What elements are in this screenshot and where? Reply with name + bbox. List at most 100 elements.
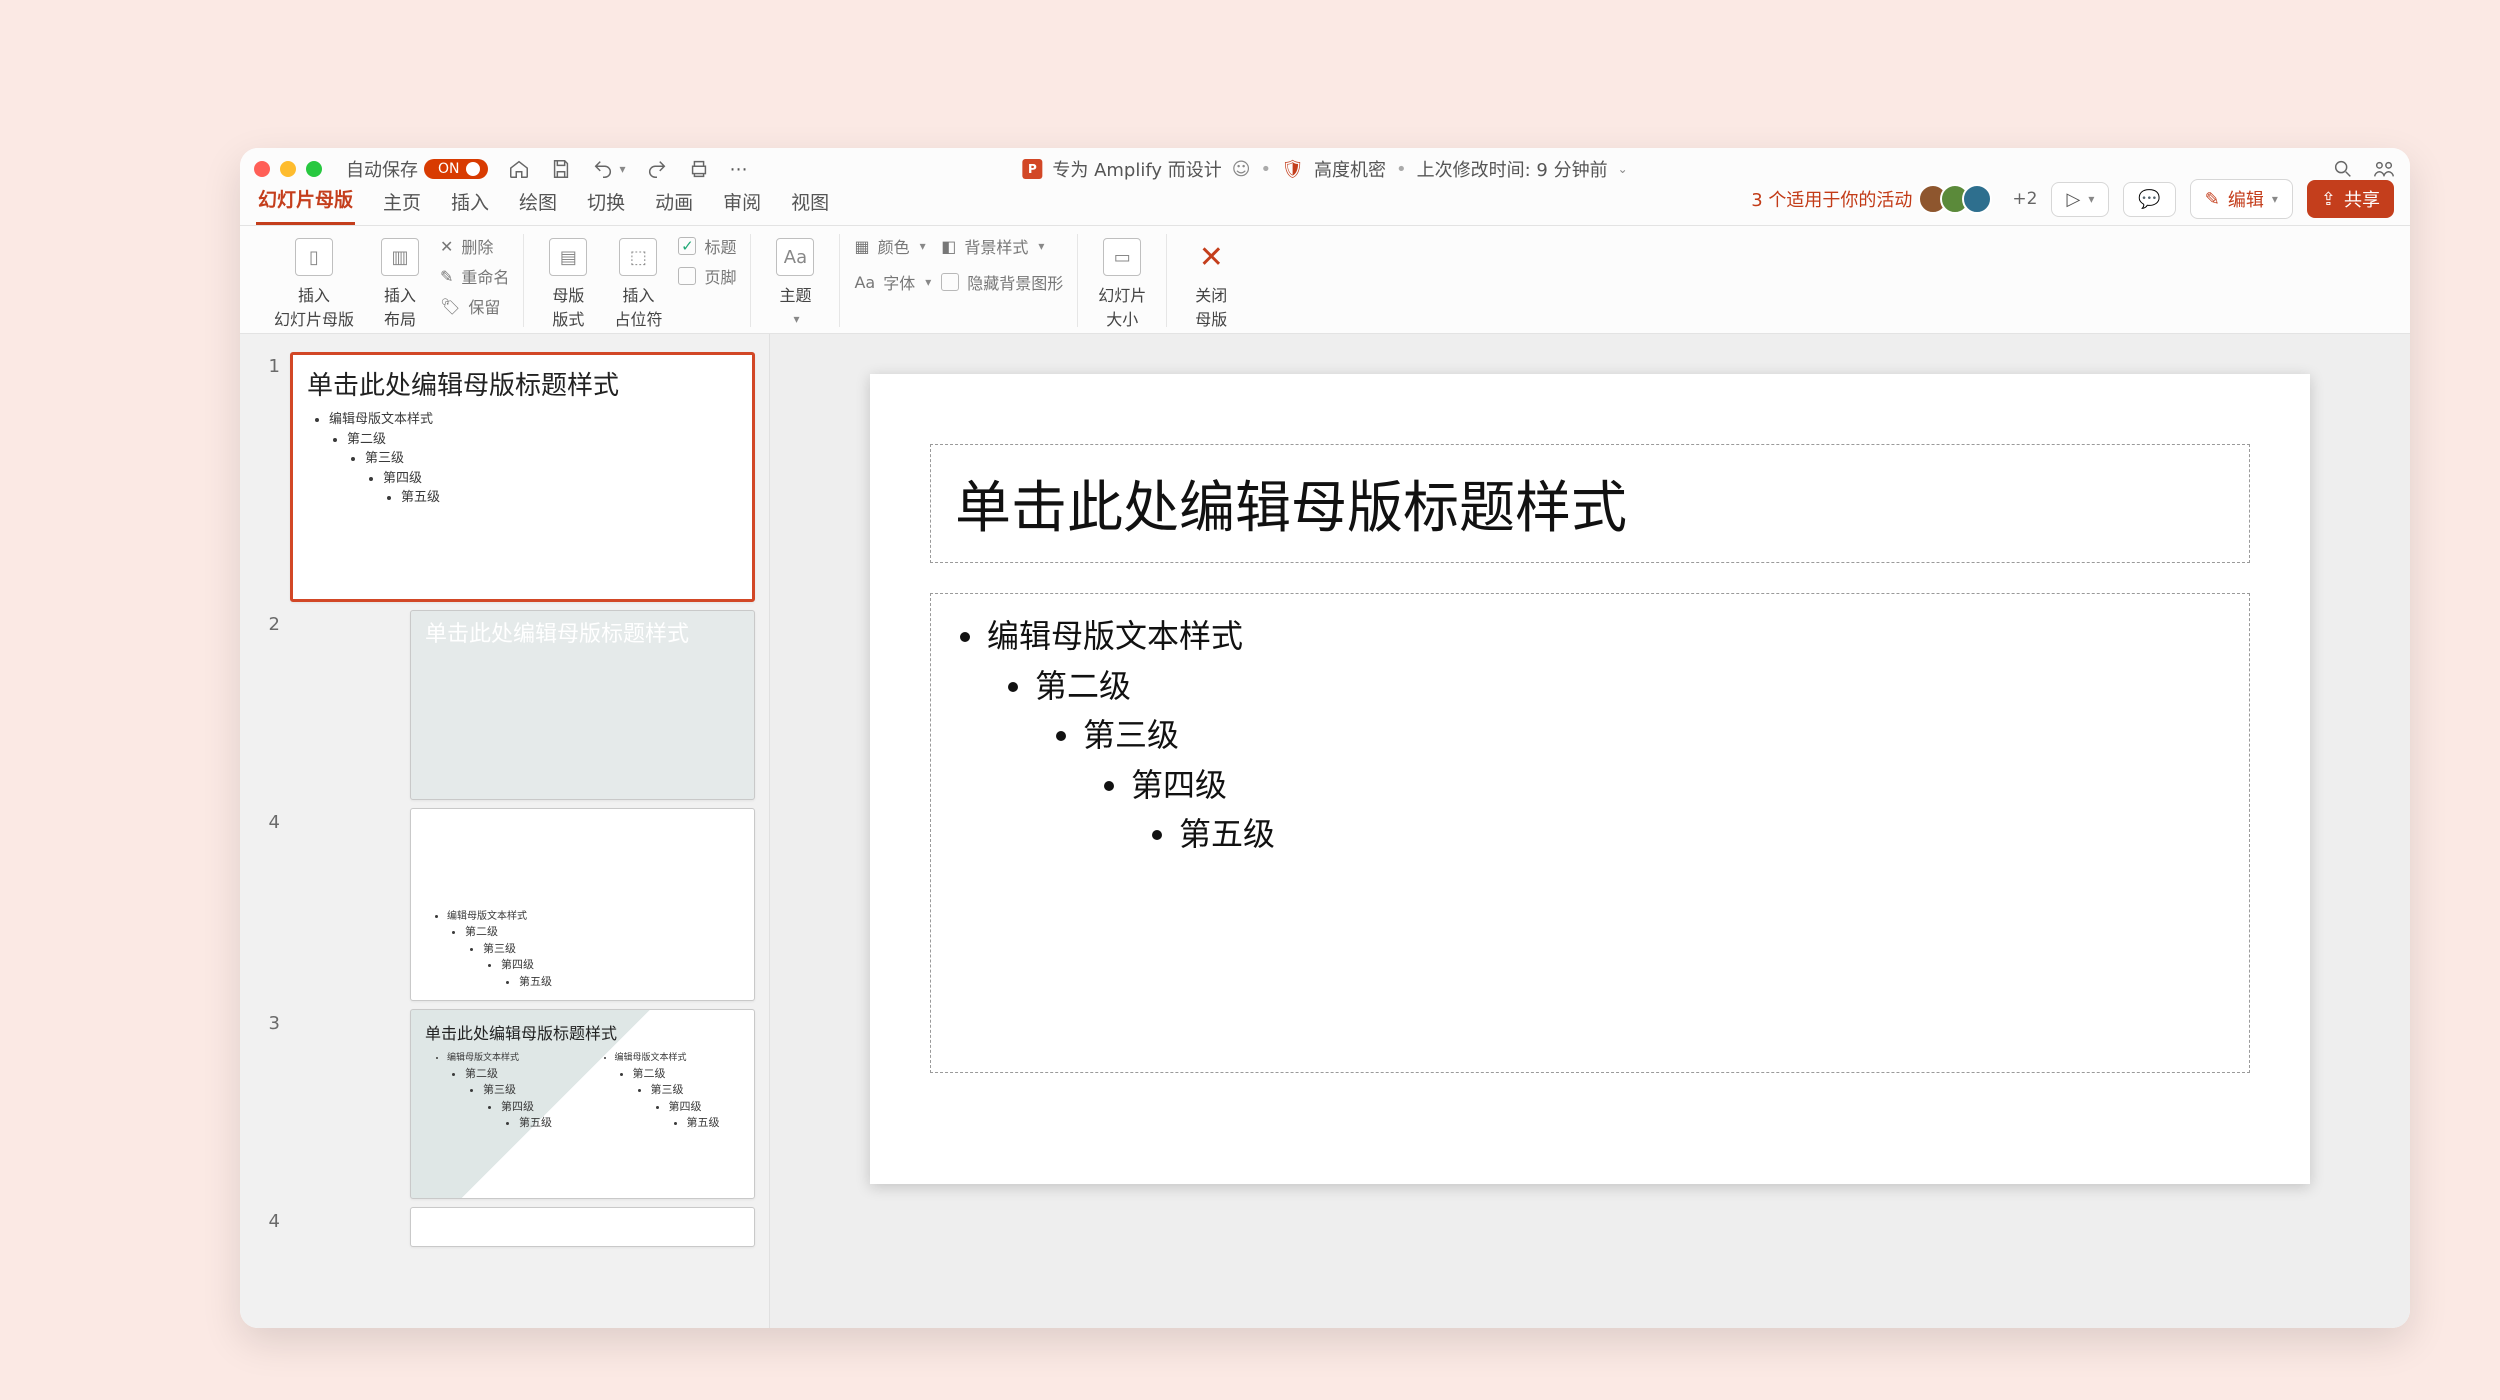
placeholder-icon: ⬚ xyxy=(619,238,657,276)
insert-layout-button[interactable]: ▥ 插入 布局 xyxy=(370,234,430,334)
tab-transitions[interactable]: 切换 xyxy=(585,182,627,225)
thumb-body-l1: 编辑母版文本样式 xyxy=(447,1052,573,1066)
thumb-body-l3: 第三级 xyxy=(483,1082,573,1099)
slideshow-button[interactable]: ▷▾ xyxy=(2051,182,2109,217)
thumb-body-l2: 第二级 xyxy=(633,1066,741,1083)
themes-label: 主题 xyxy=(779,282,811,306)
tab-view[interactable]: 视图 xyxy=(789,182,831,225)
thumb-number: 1 xyxy=(254,352,280,377)
preserve-label: 保留 xyxy=(468,294,500,318)
autosave-pill: ON xyxy=(424,159,488,179)
ribbon-group-themes: Aa主题▾ xyxy=(750,234,839,327)
slide-master-icon: ▯ xyxy=(295,238,333,276)
share-people-icon[interactable] xyxy=(2372,158,2396,180)
tab-review[interactable]: 审阅 xyxy=(721,182,763,225)
bg-styles-button[interactable]: ◧背景样式▾ xyxy=(941,234,1063,258)
share-button[interactable]: ⇪共享 xyxy=(2307,180,2394,218)
undo-icon[interactable]: ▾ xyxy=(588,156,630,182)
presence-avatars[interactable] xyxy=(1926,184,1992,214)
title-checkbox[interactable]: 标题 xyxy=(678,234,736,258)
sensitivity-icon[interactable]: 🛡 xyxy=(1281,159,1304,180)
layout-thumbnail[interactable]: 单击此处编辑母版标题样式 xyxy=(410,610,755,800)
tab-draw[interactable]: 绘图 xyxy=(517,182,559,225)
tab-animations[interactable]: 动画 xyxy=(653,182,695,225)
thumb-number: 3 xyxy=(254,1009,280,1034)
layout-thumbnail[interactable]: 单击此处编辑母版标题样式 编辑母版文本样式 第二级 第三级 第四级 第五级 编辑… xyxy=(410,1009,755,1199)
hide-bg-checkbox[interactable]: 隐藏背景图形 xyxy=(941,270,1063,294)
colors-icon: ▦ xyxy=(854,237,869,256)
minimize-window-button[interactable] xyxy=(280,161,296,177)
close-master-button[interactable]: ✕关闭 母版 xyxy=(1181,234,1241,334)
slide-canvas[interactable]: 单击此处编辑母版标题样式 编辑母版文本样式 第二级 第三级 第四级 第五级 xyxy=(870,374,2310,1184)
fonts-icon: Aa xyxy=(854,273,875,292)
sensitivity-label[interactable]: 高度机密 xyxy=(1314,156,1386,182)
delete-label: 删除 xyxy=(461,234,493,258)
body-placeholder[interactable]: 编辑母版文本样式 第二级 第三级 第四级 第五级 xyxy=(930,593,2250,1073)
window-controls xyxy=(254,161,322,177)
close-window-button[interactable] xyxy=(254,161,270,177)
qat-overflow-icon[interactable]: ⋯ xyxy=(726,157,752,182)
comment-icon: 💬 xyxy=(2138,189,2160,210)
presence-overflow[interactable]: +2 xyxy=(2012,189,2037,209)
autosave-toggle[interactable]: 自动保存 ON xyxy=(342,154,492,184)
delete-icon: ✕ xyxy=(440,237,453,256)
themes-button[interactable]: Aa主题▾ xyxy=(765,234,825,330)
master-layout-icon: ▤ xyxy=(549,238,587,276)
thumbnail-pane[interactable]: 1 单击此处编辑母版标题样式 编辑母版文本样式 第二级 第三级 第四级 第五级 xyxy=(240,334,770,1328)
activity-label[interactable]: 3 个适用于你的活动 xyxy=(1751,186,1912,212)
thumb-body-l2: 第二级 xyxy=(347,430,738,450)
autosave-state: ON xyxy=(438,161,460,177)
editing-label: 编辑 xyxy=(2228,186,2264,212)
print-icon[interactable] xyxy=(684,156,714,182)
preserve-button[interactable]: 🏷保留 xyxy=(440,294,509,318)
delete-button[interactable]: ✕ 删除 xyxy=(440,234,509,258)
ribbon: ▯插入 幻灯片母版 ▥插入 布局 ✕删除 ✎重命名 🏷保留 ▤母版 版式▾ ⬚插… xyxy=(240,226,2410,334)
thumb-body-l5: 第五级 xyxy=(401,488,738,508)
last-modified-label[interactable]: 上次修改时间: 9 分钟前 xyxy=(1417,156,1608,182)
thumb-body-l4: 第四级 xyxy=(669,1099,741,1116)
tab-home[interactable]: 主页 xyxy=(381,182,423,225)
powerpoint-icon: P xyxy=(1022,159,1042,179)
insert-placeholder-label: 插入 占位符 xyxy=(614,282,662,330)
slide-canvas-area[interactable]: 单击此处编辑母版标题样式 编辑母版文本样式 第二级 第三级 第四级 第五级 xyxy=(770,334,2410,1328)
bg-styles-label: 背景样式 xyxy=(964,234,1028,258)
autosave-label: 自动保存 xyxy=(346,156,418,182)
avatar[interactable] xyxy=(1962,184,1992,214)
thumb-body-l3: 第三级 xyxy=(651,1082,741,1099)
tab-insert[interactable]: 插入 xyxy=(449,182,491,225)
thumb-body: 编辑母版文本样式 第二级 第三级 第四级 第五级 xyxy=(329,410,738,508)
insert-layout-label: 插入 布局 xyxy=(384,282,416,330)
thumb-body: 编辑母版文本样式 第二级 第三级 第四级 第五级 xyxy=(447,909,740,990)
layout-icon: ▥ xyxy=(381,238,419,276)
checkbox-icon xyxy=(941,273,959,291)
title-placeholder[interactable]: 单击此处编辑母版标题样式 xyxy=(930,444,2250,563)
comments-button[interactable]: 💬 xyxy=(2123,182,2175,217)
rename-button[interactable]: ✎重命名 xyxy=(440,264,509,288)
thumb-body-l4: 第四级 xyxy=(383,469,738,489)
footer-chk-label: 页脚 xyxy=(704,264,736,288)
thumb-body-l1: 编辑母版文本样式 xyxy=(615,1052,741,1066)
tabbar-right: 3 个适用于你的活动 +2 ▷▾ 💬 ✎编辑▾ ⇪共享 xyxy=(1751,179,2394,225)
redo-icon[interactable] xyxy=(642,156,672,182)
fonts-button[interactable]: Aa字体▾ xyxy=(854,270,931,294)
maximize-window-button[interactable] xyxy=(306,161,322,177)
thumb-body-l2: 第二级 xyxy=(465,924,740,941)
layout-thumbnail[interactable]: 编辑母版文本样式 第二级 第三级 第四级 第五级 xyxy=(410,808,755,1001)
body-l3: 第三级 xyxy=(1083,711,2225,761)
themes-icon: Aa xyxy=(776,238,814,276)
colors-button[interactable]: ▦颜色▾ xyxy=(854,234,931,258)
tab-slide-master[interactable]: 幻灯片母版 xyxy=(256,179,355,225)
footer-checkbox[interactable]: 页脚 xyxy=(678,264,736,288)
layout-thumbnail[interactable] xyxy=(410,1207,755,1247)
play-icon: ▷ xyxy=(2066,189,2080,210)
search-icon[interactable] xyxy=(2332,158,2354,180)
master-thumbnail[interactable]: 单击此处编辑母版标题样式 编辑母版文本样式 第二级 第三级 第四级 第五级 xyxy=(290,352,755,602)
insert-slide-master-button[interactable]: ▯插入 幻灯片母版 xyxy=(268,234,360,334)
thumb-body-l1: 编辑母版文本样式 xyxy=(447,909,740,924)
thumb-number: 4 xyxy=(254,808,280,833)
editing-mode-button[interactable]: ✎编辑▾ xyxy=(2190,179,2293,219)
chevron-down-icon[interactable]: ⌄ xyxy=(1618,162,1628,176)
home-icon[interactable] xyxy=(504,156,534,182)
save-icon[interactable] xyxy=(546,156,576,182)
ribbon-group-edit-master: ▯插入 幻灯片母版 ▥插入 布局 ✕删除 ✎重命名 🏷保留 xyxy=(254,234,523,327)
